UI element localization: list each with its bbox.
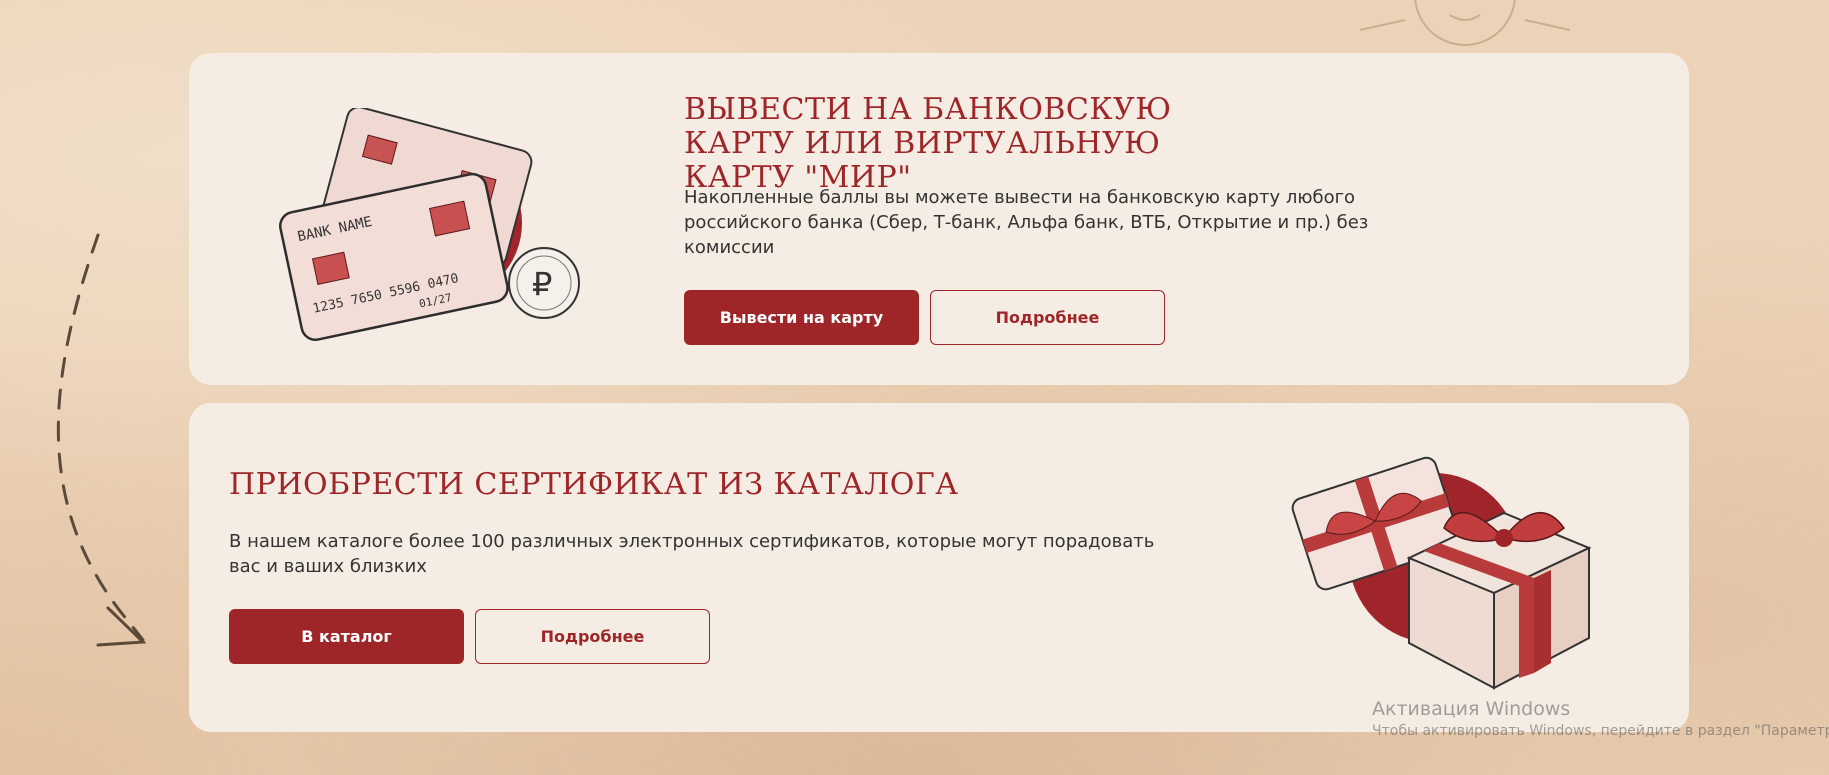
withdraw-to-card-button[interactable]: Вывести на карту [684,290,919,345]
withdraw-title: Вывести на банковскую карту или виртуаль… [684,92,1172,195]
withdraw-description: Накопленные баллы вы можете вывести на б… [684,187,1369,258]
bank-cards-illustration-icon: BANK NAME 1235 7650 5596 0470 01/27 ₽ [279,108,580,342]
windows-activation-subtitle: Чтобы активировать Windows, перейдите в … [1372,723,1829,739]
withdraw-to-card-section: BANK NAME 1235 7650 5596 0470 01/27 ₽ Вы… [189,53,1689,385]
catalog-more-info-button[interactable]: Подробнее [475,609,710,664]
catalog-title: Приобрести сертификат из каталога [229,467,959,502]
gift-boxes-illustration-icon [1291,456,1592,690]
go-to-catalog-button[interactable]: В каталог [229,609,464,664]
dashed-arrow-icon [56,233,147,647]
windows-activation-watermark: Активация Windows Чтобы активировать Win… [1372,697,1829,741]
catalog-description: В нашем каталоге более 100 различных эле… [229,531,1155,577]
withdraw-more-info-button[interactable]: Подробнее [930,290,1165,345]
catalog-certificate-section: Приобрести сертификат из каталога В наше… [189,403,1689,732]
windows-activation-title: Активация Windows [1372,698,1571,720]
sun-decoration-icon [1359,0,1571,46]
svg-text:₽: ₽ [532,265,552,303]
